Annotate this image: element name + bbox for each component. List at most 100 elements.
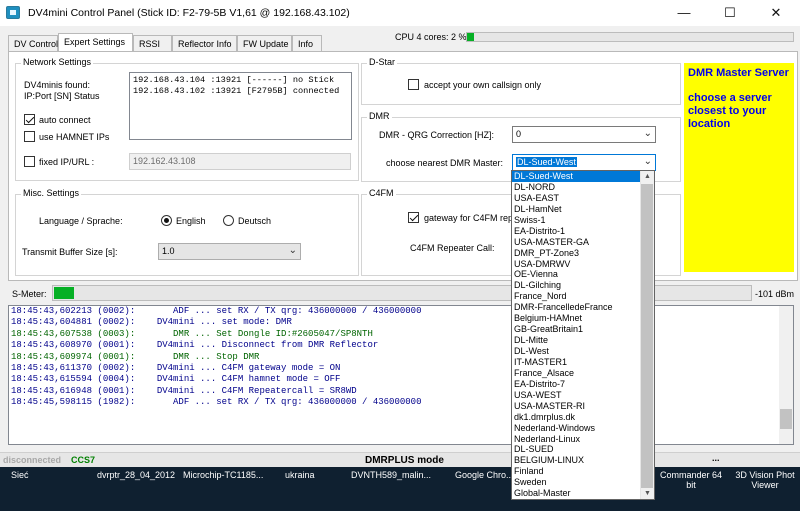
language-label: Language / Sprache: [39, 216, 123, 226]
dropdown-option[interactable]: DL-HamNet [512, 204, 654, 215]
main-window: DV4mini Control Panel (Stick ID: F2-79-5… [0, 0, 800, 511]
dropdown-option[interactable]: DL-Sued-West [512, 171, 654, 182]
log-line: 18:45:43,608970 (0001): DV4mini ... Disc… [11, 340, 379, 351]
maximize-button[interactable]: ☐ [707, 0, 753, 26]
dropdown-option[interactable]: France_Nord [512, 291, 654, 302]
taskbar-item[interactable]: ukraina [282, 470, 318, 508]
misc-settings-label: Misc. Settings [21, 188, 82, 198]
taskbar-item[interactable]: DVNTH589_malin... [348, 470, 434, 508]
smeter-value: -101 dBm [755, 289, 795, 299]
deutsch-label: Deutsch [238, 216, 272, 226]
dmr-label: DMR [367, 111, 392, 121]
dropdown-option[interactable]: DL-West [512, 346, 654, 357]
app-icon [6, 6, 20, 19]
dropdown-option[interactable]: BELGIUM-LINUX [512, 455, 654, 466]
log-textbox[interactable]: 18:45:43,602213 (0002): ADF ... set RX /… [8, 305, 794, 445]
log-scrollbar[interactable] [779, 306, 793, 444]
ccs7-status: CCS7 [71, 455, 96, 465]
dropdown-option[interactable]: DL-Mitte [512, 335, 654, 346]
dropdown-scroll-thumb[interactable] [641, 184, 653, 488]
buffer-label: Transmit Buffer Size [s]: [22, 247, 118, 257]
accept-own-callsign-label: accept your own callsign only [424, 80, 542, 90]
network-settings-label: Network Settings [21, 57, 94, 67]
tab-expert-settings[interactable]: Expert Settings [58, 33, 133, 52]
taskbar-item[interactable]: dvrptr_28_04_2012 [94, 470, 178, 508]
dropdown-option[interactable]: France_Alsace [512, 368, 654, 379]
use-hamnet-checkbox[interactable] [24, 131, 35, 142]
misc-settings-group: Misc. Settings Language / Sprache: Engli… [15, 188, 359, 276]
qrg-correction-select[interactable]: 0 ⌄ [512, 126, 656, 143]
english-radio[interactable] [161, 215, 172, 226]
dropdown-option[interactable]: DL-SUED [512, 444, 654, 455]
taskbar-item[interactable]: Google Chro... [452, 470, 517, 508]
dmr-master-dropdown-list[interactable]: DL-Sued-West DL-NORD USA-EAST DL-HamNet Swis… [511, 170, 655, 500]
log-lines: 18:45:43,602213 (0002): ADF ... set RX /… [9, 306, 793, 409]
dropdown-option[interactable]: Global-Master [512, 488, 654, 499]
taskbar-item[interactable]: Sieć [8, 470, 32, 508]
tab-dv-control[interactable]: DV Control [8, 35, 58, 52]
cpu-progress-fill [467, 33, 474, 41]
tab-fw-update[interactable]: FW Update [237, 35, 292, 52]
buffer-size-select[interactable]: 1.0 ⌄ [158, 243, 301, 260]
found-sticks-list[interactable]: 192.168.43.104 :13921 [------] no Stick … [129, 72, 352, 140]
dstar-label: D-Star [367, 57, 398, 67]
dropdown-option[interactable]: dk1.dmrplus.dk [512, 412, 654, 423]
fixed-ip-checkbox[interactable] [24, 156, 35, 167]
os-taskbar: Sieć dvrptr_28_04_2012 Microchip-TC1185.… [0, 467, 800, 511]
qrg-correction-label: DMR - QRG Correction [HZ]: [379, 130, 495, 140]
dmr-master-label: choose nearest DMR Master: [386, 158, 504, 168]
dropdown-option[interactable]: Belgium-HAMnet [512, 313, 654, 324]
dropdown-option[interactable]: USA-MASTER-GA [512, 237, 654, 248]
log-line: 18:45:45,598115 (1982): ADF ... set RX /… [11, 397, 422, 408]
qrg-correction-value: 0 [516, 129, 522, 139]
dropdown-option[interactable]: DL-NORD [512, 182, 654, 193]
expert-settings-page: Network Settings DV4minis found: IP:Port… [8, 51, 798, 281]
dropdown-scrollbar[interactable]: ▲ ▼ [640, 171, 654, 499]
dropdown-option[interactable]: Nederland-Linux [512, 434, 654, 445]
deutsch-radio[interactable] [223, 215, 234, 226]
minimize-button[interactable]: — [661, 0, 707, 26]
taskbar-item[interactable]: Microchip-TC1185... [180, 470, 266, 508]
english-label: English [176, 216, 206, 226]
accept-own-callsign-checkbox[interactable] [408, 79, 419, 90]
dropdown-option[interactable]: Finland [512, 466, 654, 477]
dstar-group: D-Star accept your own callsign only [361, 57, 681, 105]
auto-connect-checkbox[interactable] [24, 114, 35, 125]
scroll-up-icon[interactable]: ▲ [644, 173, 651, 180]
dropdown-option[interactable]: DL-Gilching [512, 280, 654, 291]
tab-rssi[interactable]: RSSI [133, 35, 172, 52]
c4fm-repeater-call-label: C4FM Repeater Call: [410, 243, 495, 253]
dropdown-option[interactable]: USA-MASTER-RI [512, 401, 654, 412]
dropdown-option[interactable]: DMR-FrancelledeFrance [512, 302, 654, 313]
dropdown-option[interactable]: USA-DMRWV [512, 259, 654, 270]
dropdown-option[interactable]: IT-MASTER1 [512, 357, 654, 368]
log-scroll-thumb[interactable] [780, 409, 792, 429]
dmr-master-select[interactable]: DL-Sued-West ⌄ [512, 154, 656, 171]
dropdown-option[interactable]: EA-Distrito-1 [512, 226, 654, 237]
dropdown-option[interactable]: USA-WEST [512, 390, 654, 401]
taskbar-item[interactable]: 3D Vision Phot Viewer [730, 470, 800, 508]
dropdown-option[interactable]: Swiss-1 [512, 215, 654, 226]
dropdown-option[interactable]: Nederland-Windows [512, 423, 654, 434]
log-line: 18:45:43,615594 (0004): DV4mini ... C4FM… [11, 374, 341, 385]
chevron-down-icon: ⌄ [643, 156, 652, 167]
c4fm-gateway-checkbox[interactable] [408, 212, 419, 223]
use-hamnet-label: use HAMNET IPs [39, 132, 110, 142]
scroll-down-icon[interactable]: ▼ [644, 490, 651, 497]
hint-text: choose a server closest to your location [688, 92, 772, 130]
tab-info[interactable]: Info [292, 35, 322, 52]
fixed-ip-label: fixed IP/URL : [39, 157, 95, 167]
buffer-size-value: 1.0 [162, 246, 175, 256]
dropdown-option[interactable]: DMR_PT-Zone3 [512, 248, 654, 259]
tab-reflector-info[interactable]: Reflector Info [172, 35, 237, 52]
dropdown-option[interactable]: USA-EAST [512, 193, 654, 204]
chevron-down-icon: ⌄ [288, 245, 297, 256]
close-button[interactable]: ✕ [753, 0, 799, 26]
dropdown-option[interactable]: OE-Vienna [512, 269, 654, 280]
found-label: DV4minis found: [24, 80, 91, 90]
taskbar-item[interactable]: Commander 64 bit [656, 470, 726, 508]
fixed-ip-field[interactable]: 192.162.43.108 [129, 153, 351, 170]
dropdown-option[interactable]: EA-Distrito-7 [512, 379, 654, 390]
dropdown-option[interactable]: GB-GreatBritain1 [512, 324, 654, 335]
dropdown-option[interactable]: Sweden [512, 477, 654, 488]
